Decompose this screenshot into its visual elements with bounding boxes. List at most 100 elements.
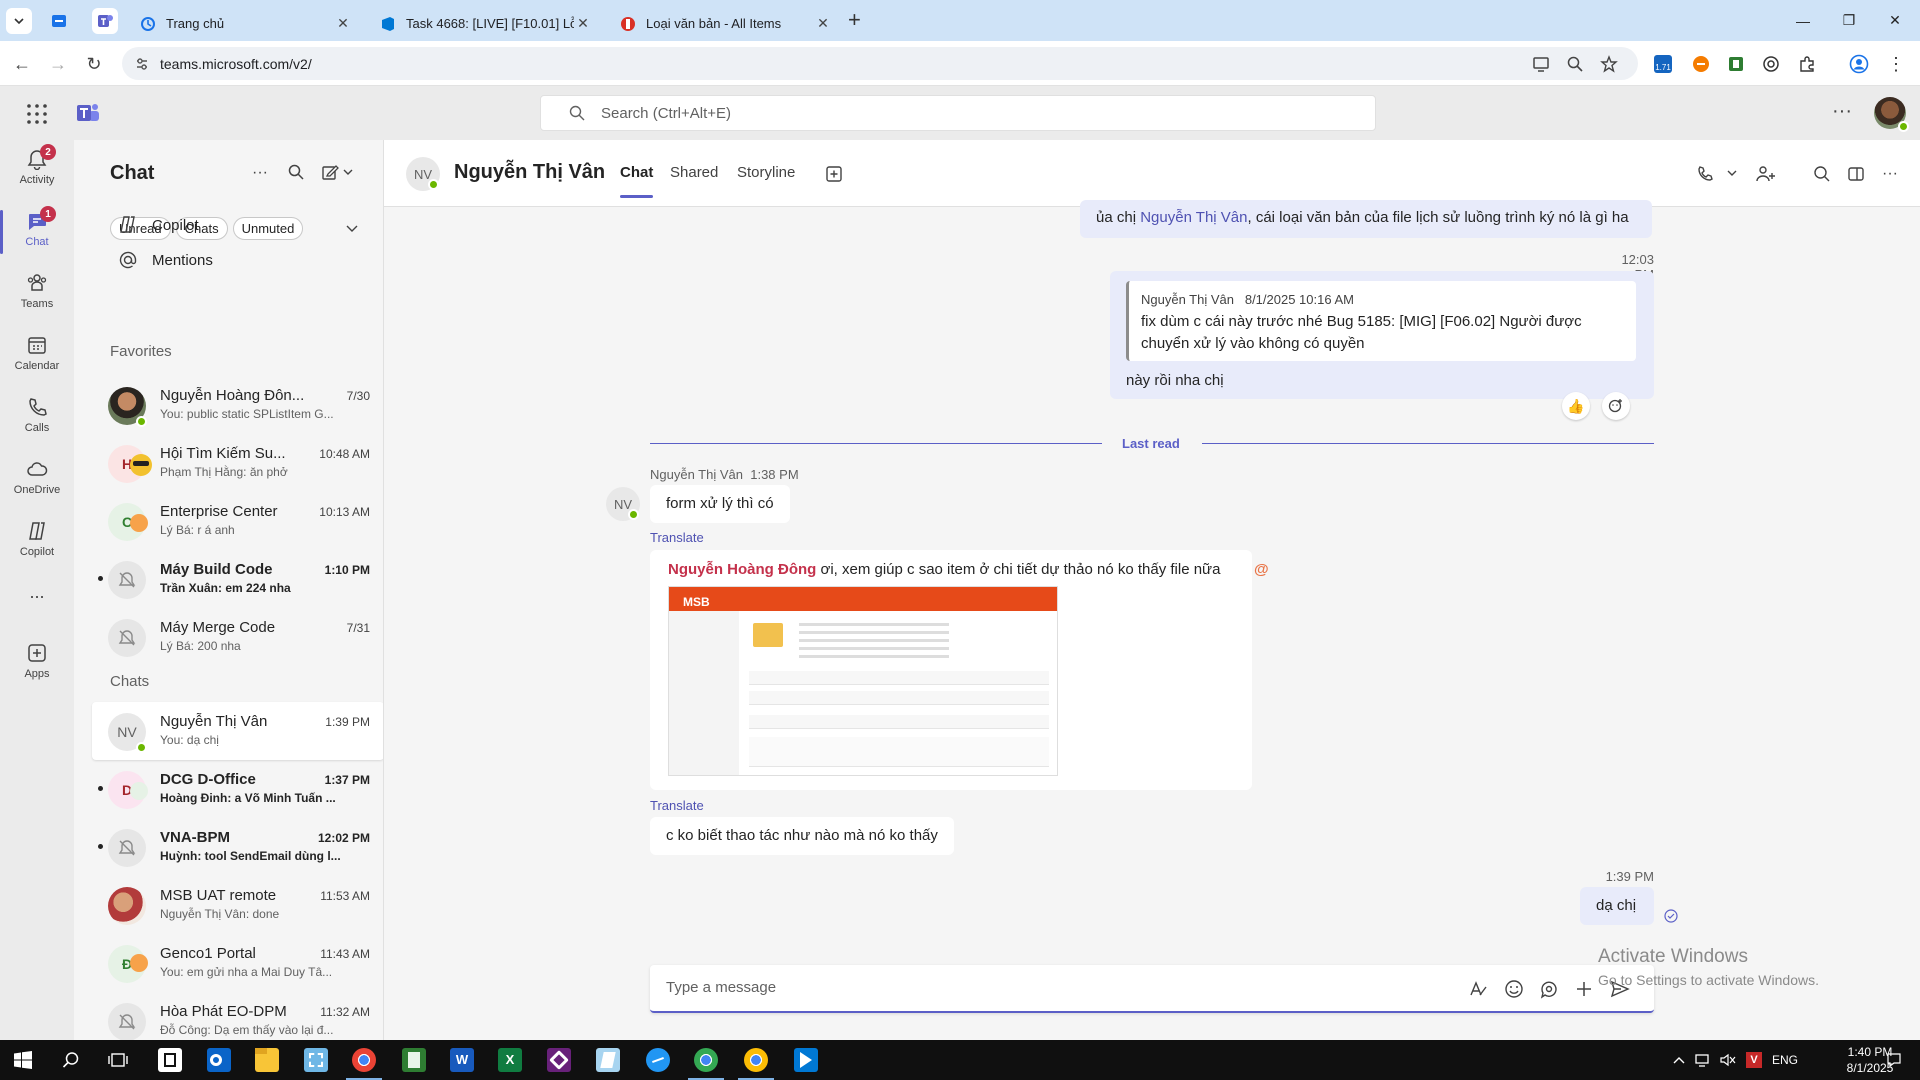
browser-tab-home[interactable]: Trang chủ ✕: [128, 6, 364, 41]
teams-pinned-tab-icon[interactable]: [92, 8, 118, 34]
more-options-icon[interactable]: ···: [252, 164, 268, 182]
close-icon[interactable]: ✕: [814, 15, 832, 32]
close-window-button[interactable]: ✕: [1872, 0, 1918, 41]
new-tab-button[interactable]: +: [848, 9, 861, 31]
chat-item-msb-uat-remote[interactable]: MSB UAT remote 11:53 AM Nguyễn Thị Vân: …: [92, 876, 383, 934]
settings-more-icon[interactable]: ···: [1832, 100, 1852, 123]
mentions-entry[interactable]: Mentions: [118, 250, 213, 270]
address-bar[interactable]: teams.microsoft.com/v2/: [122, 47, 1638, 80]
green-extension-icon[interactable]: [1725, 53, 1747, 75]
message-mine[interactable]: dạ chị: [1580, 887, 1654, 925]
excel-icon[interactable]: X: [498, 1048, 522, 1072]
add-tab-icon[interactable]: [824, 164, 844, 184]
tab-chat[interactable]: Chat: [620, 164, 654, 198]
app-launcher-icon[interactable]: [26, 103, 48, 125]
add-reaction-icon[interactable]: [1602, 392, 1630, 420]
site-info-icon[interactable]: [134, 56, 150, 72]
file-explorer-icon[interactable]: [255, 1048, 279, 1072]
notepad-icon[interactable]: [402, 1048, 426, 1072]
translate-link[interactable]: Translate: [650, 530, 704, 545]
loop-component-icon[interactable]: [1539, 979, 1559, 999]
windows-start-icon[interactable]: [14, 1051, 32, 1069]
message-mine[interactable]: Nguyễn Thị Vân 8/1/2025 10:16 AM fix dùm…: [1110, 271, 1654, 399]
favorites-header[interactable]: Favorites: [110, 343, 172, 360]
task-view-icon[interactable]: [108, 1051, 128, 1069]
bookmark-star-icon[interactable]: [1600, 47, 1618, 80]
message-mine[interactable]: ủa chị Nguyễn Thị Vân, cái loại văn bản …: [1080, 200, 1652, 238]
mention[interactable]: Nguyễn Thị Vân: [1140, 209, 1247, 226]
message-theirs[interactable]: c ko biết thao tác như nào mà nó ko thấy: [650, 817, 954, 855]
filter-unmuted[interactable]: Unmuted: [232, 217, 304, 240]
rail-calendar[interactable]: Calendar: [0, 326, 74, 388]
copilot-entry[interactable]: Copilot: [118, 215, 199, 235]
notifications-icon[interactable]: [1886, 1052, 1902, 1068]
extension-badge-icon[interactable]: 1.71: [1652, 53, 1674, 75]
format-text-icon[interactable]: [1468, 979, 1488, 999]
quoted-message[interactable]: Nguyễn Thị Vân 8/1/2025 10:16 AM fix dùm…: [1126, 281, 1636, 361]
chevron-down-icon[interactable]: [346, 224, 358, 234]
chat-item-enterprise-center[interactable]: C Enterprise Center 10:13 AM Lý Bá: r á …: [92, 492, 383, 550]
orange-extension-icon[interactable]: [1690, 53, 1712, 75]
search-input[interactable]: Search (Ctrl+Alt+E): [540, 95, 1376, 131]
messenger-icon[interactable]: [646, 1048, 670, 1072]
tab-search-button[interactable]: [6, 8, 32, 34]
chrome-icon[interactable]: [346, 1048, 382, 1080]
more-options-icon[interactable]: ···: [1880, 164, 1900, 184]
rail-chat[interactable]: Chat 1: [0, 202, 74, 264]
word-icon[interactable]: W: [450, 1048, 474, 1072]
install-app-icon[interactable]: [1532, 47, 1550, 80]
message-compose-box[interactable]: Type a message: [650, 965, 1654, 1013]
restore-button[interactable]: ❐: [1826, 0, 1872, 41]
chat-item-dcg-d-office[interactable]: D DCG D-Office 1:37 PM Hoàng Đinh: a Võ …: [92, 760, 383, 818]
openai-extension-icon[interactable]: [1760, 53, 1782, 75]
input-language[interactable]: ENG: [1772, 1040, 1798, 1080]
mention[interactable]: Nguyễn Hoàng Đông: [668, 561, 816, 578]
visual-studio-icon[interactable]: [547, 1048, 571, 1072]
rail-calls[interactable]: Calls: [0, 388, 74, 450]
chat-item-vna-bpm[interactable]: VNA-BPM 12:02 PM Huỳnh: tool SendEmail d…: [92, 818, 383, 876]
search-in-chat-icon[interactable]: [1812, 164, 1832, 184]
browser-tab-document-type[interactable]: Loại văn bản - All Items ✕: [608, 6, 844, 41]
outlook-icon[interactable]: [207, 1048, 231, 1072]
browser-menu-icon[interactable]: ⋮: [1885, 53, 1907, 75]
rail-activity[interactable]: Activity 2: [0, 140, 74, 202]
browser-tab-task[interactable]: Task 4668: [LIVE] [F10.01] Lỗi ko ✕: [368, 6, 604, 41]
chat-item-may-merge-code[interactable]: Máy Merge Code 7/31 Lý Bá: 200 nha: [92, 608, 383, 666]
pop-out-icon[interactable]: [1846, 164, 1866, 184]
message-theirs[interactable]: form xử lý thì có: [650, 485, 790, 523]
message-input[interactable]: Type a message: [666, 979, 776, 996]
rail-copilot[interactable]: Copilot: [0, 512, 74, 574]
paint-icon[interactable]: [596, 1048, 620, 1072]
attached-screenshot-image[interactable]: MSB: [668, 586, 1058, 776]
emoji-icon[interactable]: [1504, 979, 1524, 999]
search-chats-icon[interactable]: [288, 164, 304, 185]
extensions-puzzle-icon[interactable]: [1796, 53, 1818, 75]
chat-item-may-build-code[interactable]: Máy Build Code 1:10 PM Trần Xuân: em 224…: [92, 550, 383, 608]
rail-teams[interactable]: Teams: [0, 264, 74, 326]
chats-header[interactable]: Chats: [110, 673, 149, 690]
close-icon[interactable]: ✕: [334, 15, 352, 32]
chrome-icon[interactable]: [688, 1048, 724, 1080]
thumbs-up-reaction-icon[interactable]: 👍: [1562, 392, 1590, 420]
tab-shared[interactable]: Shared: [670, 164, 718, 181]
zoom-icon[interactable]: [1566, 47, 1584, 80]
network-icon[interactable]: [1694, 1040, 1710, 1080]
chrome-icon[interactable]: [738, 1048, 774, 1080]
tab-storyline[interactable]: Storyline: [737, 164, 795, 181]
chat-item-hoi-tim-kiem[interactable]: H Hội Tìm Kiếm Su... 10:48 AM Phạm Thị H…: [92, 434, 383, 492]
vietnamese-input-icon[interactable]: V: [1746, 1040, 1762, 1080]
taskbar-search-icon[interactable]: [62, 1051, 80, 1069]
profile-icon[interactable]: [1848, 53, 1870, 75]
chat-item-hoa-phat-eo-dpm[interactable]: Hòa Phát EO-DPM 11:32 AM Đỗ Công: Dạ em …: [92, 992, 383, 1040]
notion-icon[interactable]: [158, 1048, 182, 1072]
minimize-button[interactable]: —: [1780, 0, 1826, 41]
chat-item-genco1-portal[interactable]: Đ Genco1 Portal 11:43 AM You: em gửi nha…: [92, 934, 383, 992]
message-theirs[interactable]: Nguyễn Hoàng Đông ơi, xem giúp c sao ite…: [650, 550, 1269, 790]
vscode-icon[interactable]: [794, 1048, 818, 1072]
translate-link[interactable]: Translate: [650, 798, 704, 813]
new-chat-icon[interactable]: [322, 164, 356, 185]
chat-item-nguyen-thi-van[interactable]: NV Nguyễn Thị Vân 1:39 PM You: dạ chị: [92, 702, 383, 760]
call-dropdown-icon[interactable]: [1696, 164, 1740, 184]
outlook-tab-icon[interactable]: [46, 8, 72, 34]
chat-item-nguyen-hoang-dong[interactable]: Nguyễn Hoàng Đôn... 7/30 You: public sta…: [92, 376, 383, 434]
